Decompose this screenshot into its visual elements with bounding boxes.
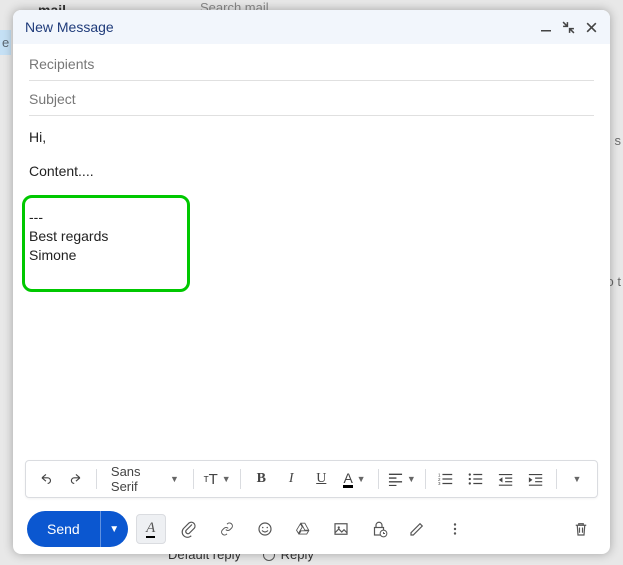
signature-line-2: Simone xyxy=(29,246,177,265)
compose-window: New Message Recipients Subject Hi, Conte… xyxy=(13,10,610,554)
signature-separator: --- xyxy=(29,208,177,227)
separator xyxy=(96,469,97,489)
link-icon xyxy=(218,520,236,538)
insert-signature-button[interactable] xyxy=(402,514,432,544)
more-options-button[interactable] xyxy=(440,514,470,544)
chevron-down-icon: ▼ xyxy=(222,474,231,484)
bg-right-text-1: s xyxy=(615,133,622,148)
lock-clock-icon xyxy=(370,520,388,538)
numbered-list-button[interactable]: 123 xyxy=(432,465,460,493)
formatting-a-icon: A xyxy=(146,521,155,538)
align-button[interactable]: ▼ xyxy=(385,465,420,493)
insert-photo-button[interactable] xyxy=(326,514,356,544)
send-button[interactable]: Send xyxy=(27,511,100,547)
drive-icon xyxy=(294,520,312,538)
separator xyxy=(240,469,241,489)
bulleted-list-button[interactable] xyxy=(462,465,490,493)
subject-field[interactable]: Subject xyxy=(29,81,594,116)
insert-drive-button[interactable] xyxy=(288,514,318,544)
signature-highlight-box: --- Best regards Simone xyxy=(22,195,190,292)
chevron-down-icon: ▼ xyxy=(573,474,582,484)
underline-button[interactable]: U xyxy=(307,465,335,493)
image-icon xyxy=(332,520,350,538)
chevron-down-icon: ▼ xyxy=(170,474,179,484)
more-formatting-button[interactable]: ▼ xyxy=(563,465,591,493)
svg-text:3: 3 xyxy=(438,481,441,486)
confidential-mode-button[interactable] xyxy=(364,514,394,544)
recipients-field[interactable]: Recipients xyxy=(29,44,594,81)
close-button[interactable] xyxy=(585,21,598,34)
font-family-label: Sans Serif xyxy=(111,464,164,494)
more-vertical-icon xyxy=(446,520,464,538)
font-size-button[interactable]: тT ▼ xyxy=(200,465,235,493)
titlebar: New Message xyxy=(13,10,610,44)
separator xyxy=(378,469,379,489)
insert-link-button[interactable] xyxy=(212,514,242,544)
signature-line-1: Best regards xyxy=(29,227,177,246)
formatting-options-button[interactable]: A xyxy=(136,514,166,544)
paperclip-icon xyxy=(180,520,198,538)
redo-button[interactable] xyxy=(62,465,90,493)
exit-fullscreen-button[interactable] xyxy=(562,21,575,34)
chevron-down-icon: ▼ xyxy=(407,474,416,484)
send-button-group: Send ▼ xyxy=(27,511,128,547)
indent-more-button[interactable] xyxy=(522,465,550,493)
emoji-icon xyxy=(256,520,274,538)
chevron-down-icon: ▼ xyxy=(357,474,366,484)
separator xyxy=(425,469,426,489)
separator xyxy=(556,469,557,489)
undo-button[interactable] xyxy=(32,465,60,493)
body-content: Content.... xyxy=(29,162,594,182)
discard-draft-button[interactable] xyxy=(566,514,596,544)
body-greeting: Hi, xyxy=(29,128,594,148)
formatting-toolbar: Sans Serif ▼ тT ▼ B I U A ▼ ▼ 123 xyxy=(25,460,598,498)
font-family-picker[interactable]: Sans Serif ▼ xyxy=(103,464,187,494)
pen-icon xyxy=(408,520,426,538)
insert-emoji-button[interactable] xyxy=(250,514,280,544)
bold-button[interactable]: B xyxy=(247,465,275,493)
text-color-letter: A xyxy=(343,470,352,488)
message-body[interactable]: Hi, Content.... --- Best regards Simone xyxy=(13,116,610,460)
send-options-button[interactable]: ▼ xyxy=(100,511,128,547)
text-color-button[interactable]: A ▼ xyxy=(337,465,372,493)
indent-less-button[interactable] xyxy=(492,465,520,493)
attach-file-button[interactable] xyxy=(174,514,204,544)
trash-icon xyxy=(572,520,590,538)
window-title: New Message xyxy=(25,19,114,35)
bg-left-letter: e xyxy=(2,35,9,50)
separator xyxy=(193,469,194,489)
minimize-button[interactable] xyxy=(540,21,552,33)
bottom-action-bar: Send ▼ A xyxy=(13,504,610,554)
italic-button[interactable]: I xyxy=(277,465,305,493)
